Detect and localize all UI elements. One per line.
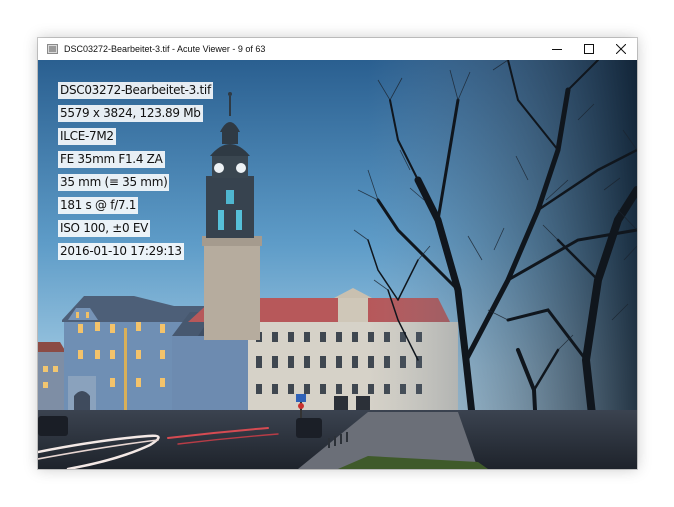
shadow-gradient <box>368 60 637 469</box>
viewer-window: DSC03272-Bearbeitet-3.tif - Acute Viewer… <box>38 38 637 469</box>
parked-car-left <box>38 416 68 436</box>
small-house <box>38 342 66 412</box>
minimize-button[interactable] <box>541 38 573 60</box>
exif-overlay: DSC03272-Bearbeitet-3.tif 5579 x 3824, 1… <box>58 82 213 260</box>
maximize-icon <box>584 44 594 54</box>
close-button[interactable] <box>605 38 637 60</box>
title-bar[interactable]: DSC03272-Bearbeitet-3.tif - Acute Viewer… <box>38 38 637 60</box>
minimize-icon <box>552 49 562 50</box>
overlay-exposure: 181 s @ f/7.1 <box>58 197 139 214</box>
overlay-camera: ILCE-7M2 <box>58 128 116 145</box>
overlay-lens: FE 35mm F1.4 ZA <box>58 151 165 168</box>
overlay-focal-length: 35 mm (≡ 35 mm) <box>58 174 170 191</box>
window-title: DSC03272-Bearbeitet-3.tif - Acute Viewer… <box>64 44 266 54</box>
caption-buttons <box>541 38 637 60</box>
maximize-button[interactable] <box>573 38 605 60</box>
overlay-iso-ev: ISO 100, ±0 EV <box>58 220 151 237</box>
image-viewer-icon <box>46 43 58 55</box>
overlay-datetime: 2016-01-10 17:29:13 <box>58 243 184 260</box>
image-canvas[interactable]: DSC03272-Bearbeitet-3.tif 5579 x 3824, 1… <box>38 60 637 469</box>
overlay-filename: DSC03272-Bearbeitet-3.tif <box>58 82 213 99</box>
close-icon <box>616 44 626 54</box>
car <box>296 418 322 438</box>
overlay-dimensions: 5579 x 3824, 123.89 Mb <box>58 105 203 122</box>
